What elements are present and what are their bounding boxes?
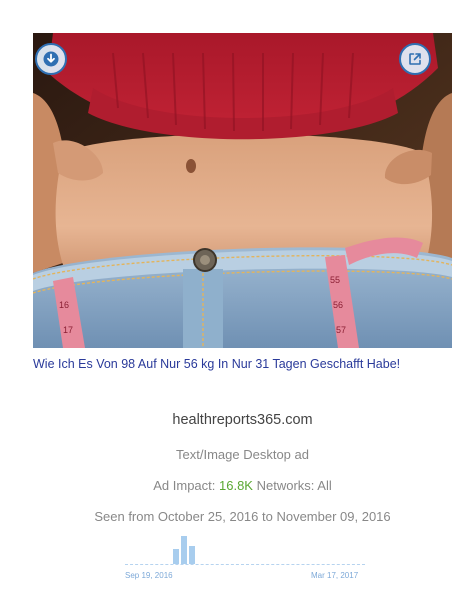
timeline-activity-bar	[181, 536, 187, 564]
ad-networks: Networks: All	[256, 478, 332, 493]
ad-impact-line: Ad Impact: 16.8K Networks: All	[0, 478, 473, 493]
timeline-baseline	[125, 564, 365, 565]
timeline-end-label: Mar 17, 2017	[311, 571, 359, 580]
download-icon	[43, 51, 59, 67]
download-button[interactable]	[35, 43, 67, 75]
ad-impact-label: Ad Impact:	[153, 478, 216, 493]
activity-timeline	[125, 531, 365, 569]
timeline-start-label: Sep 19, 2016	[125, 571, 173, 580]
timeline-activity-bar	[173, 549, 179, 564]
svg-text:57: 57	[336, 325, 346, 335]
ad-card: 55 56 57 16 17 Wie Ich Es Von 98 Auf Nur…	[0, 0, 473, 599]
ad-image[interactable]: 55 56 57 16 17	[33, 33, 452, 348]
ad-photo: 55 56 57 16 17	[33, 33, 452, 348]
svg-text:56: 56	[333, 300, 343, 310]
ad-impact-value: 16.8K	[219, 478, 253, 493]
timeline-activity-bar	[189, 546, 195, 564]
ad-headline-link[interactable]: Wie Ich Es Von 98 Auf Nur 56 kg In Nur 3…	[33, 356, 433, 372]
ad-type: Text/Image Desktop ad	[176, 447, 309, 462]
svg-text:16: 16	[59, 300, 69, 310]
open-external-button[interactable]	[399, 43, 431, 75]
svg-text:17: 17	[63, 325, 73, 335]
ad-domain: healthreports365.com	[172, 412, 313, 428]
external-link-icon	[409, 53, 421, 65]
svg-text:55: 55	[330, 275, 340, 285]
seen-date-range: Seen from October 25, 2016 to November 0…	[94, 509, 391, 524]
